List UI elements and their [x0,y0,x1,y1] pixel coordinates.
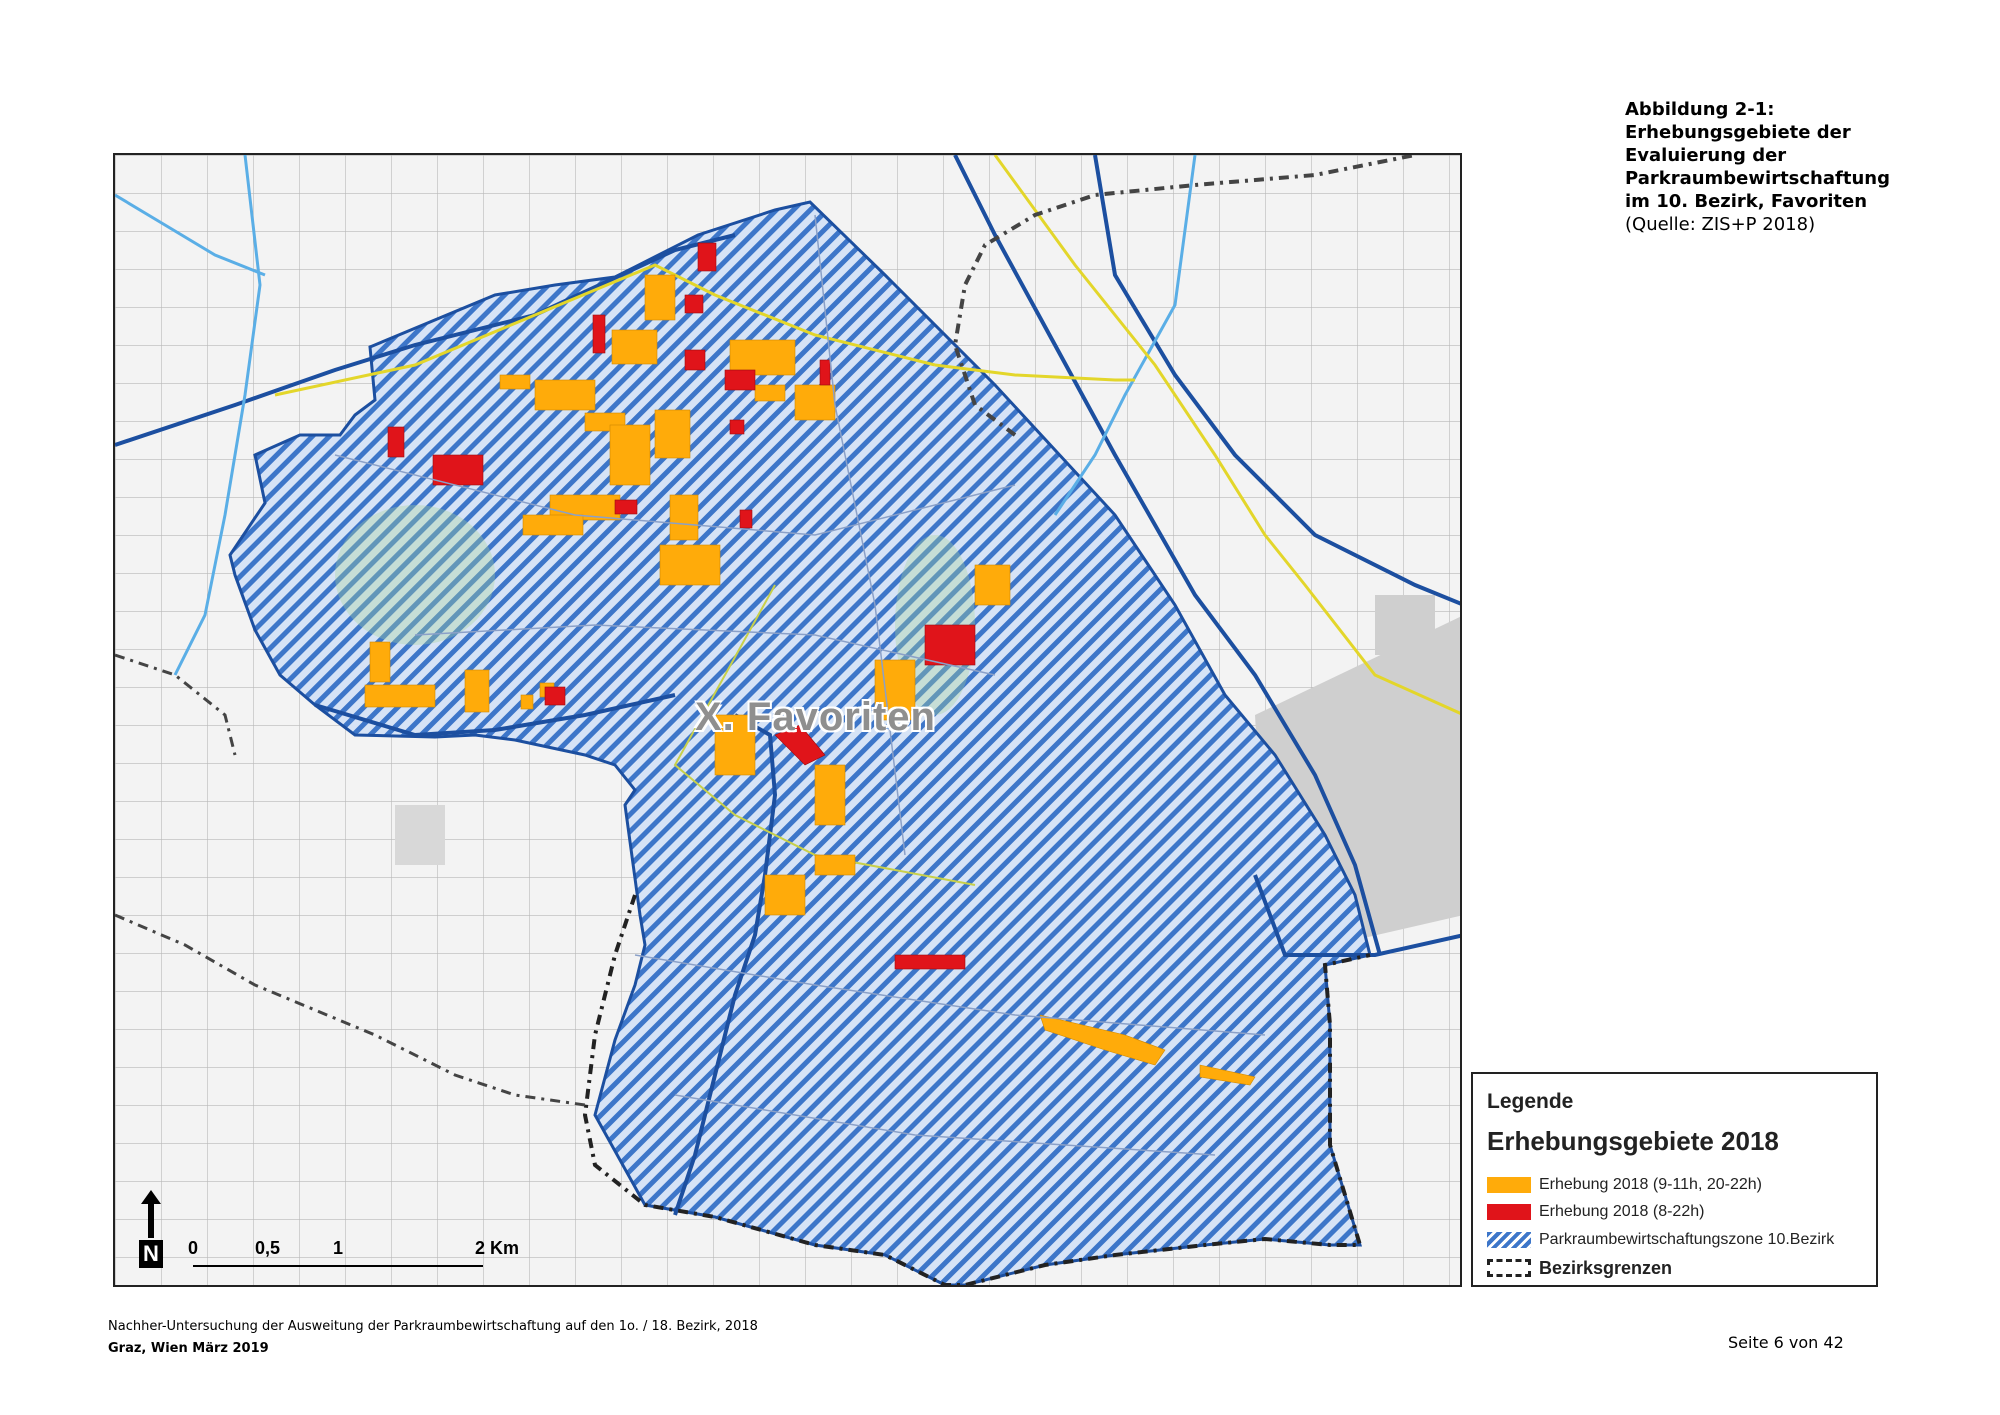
survey-area-orange [814,764,846,826]
legend-item-zone: Parkraumbewirtschaftungszone 10.Bezirk [1487,1229,1834,1251]
map-frame: X. Favoriten [113,153,1462,1287]
legend-label-border: Bezirksgrenzen [1539,1257,1673,1278]
legend-item-border: Bezirksgrenzen [1487,1257,1672,1279]
footer-line-2: Graz, Wien März 2019 [108,1341,269,1356]
scale-bar: N 0 0,5 1 2 Km [135,1190,535,1270]
legend-subtitle: Erhebungsgebiete 2018 [1487,1126,1779,1156]
legend-swatch-border [1487,1259,1531,1277]
survey-area-orange [754,384,786,402]
park-area [335,505,495,645]
survey-area-orange [814,854,856,876]
survey-area-orange [499,374,531,390]
legend-swatch-orange [1487,1177,1531,1193]
survey-area-orange [764,874,806,916]
scale-label-half: 0,5 [255,1238,281,1258]
scale-label-1: 1 [333,1238,344,1258]
north-label: N [143,1241,159,1266]
survey-area-orange [974,564,1011,606]
footer-left: Nachher-Untersuchung der Ausweitung der … [108,1316,758,1360]
survey-area-red [684,349,706,371]
caption-line-5: im 10. Bezirk, Favoriten [1625,191,1868,212]
scale-label-0: 0 [188,1238,199,1258]
survey-area-orange [609,424,651,486]
legend: Legende Erhebungsgebiete 2018 Erhebung 2… [1471,1072,1878,1287]
survey-area-red [432,454,484,486]
survey-area-red [894,954,966,970]
survey-area-red [924,624,976,666]
figure-caption: Abbildung 2-1: Erhebungsgebiete der Eval… [1625,98,1995,236]
page-number: Seite 6 von 42 [1728,1333,1844,1352]
survey-area-orange [464,669,490,713]
survey-area-red [739,509,753,529]
survey-area-red [592,314,606,354]
survey-area-orange [669,494,699,541]
survey-area-orange [534,379,596,411]
scale-line-bar [193,1265,483,1267]
caption-source: (Quelle: ZIS+P 2018) [1625,214,1816,235]
legend-item-red: Erhebung 2018 (8-22h) [1487,1201,1704,1223]
survey-area-orange [369,641,391,683]
survey-area-orange [364,684,436,708]
survey-area-orange [520,694,534,710]
grey-area-2 [395,805,445,865]
survey-area-red [544,686,566,706]
survey-area-orange [654,409,691,459]
survey-area-orange [644,274,676,321]
caption-line-4: Parkraumbewirtschaftung [1625,168,1890,189]
survey-area-red [819,359,831,386]
survey-area-red [387,426,405,458]
legend-swatch-zone [1487,1232,1531,1248]
survey-area-orange [522,514,584,536]
survey-area-orange [794,384,836,421]
footer-line-1: Nachher-Untersuchung der Ausweitung der … [108,1319,758,1334]
scale-label-2km: 2 Km [475,1238,520,1258]
district-label: X. Favoriten [695,695,936,739]
survey-area-red [684,294,704,314]
legend-label-red: Erhebung 2018 (8-22h) [1539,1203,1705,1220]
legend-label-zone: Parkraumbewirtschaftungszone 10.Bezirk [1539,1231,1835,1248]
legend-label-orange: Erhebung 2018 (9-11h, 20-22h) [1539,1176,1762,1193]
survey-area-red [614,499,638,515]
survey-area-orange [659,544,721,586]
survey-area-red [697,242,717,272]
caption-line-1: Abbildung 2-1: [1625,99,1775,120]
grey-area [1375,595,1435,655]
caption-line-2: Erhebungsgebiete der [1625,122,1851,143]
caption-line-3: Evaluierung der [1625,145,1787,166]
legend-title: Legende [1487,1090,1574,1113]
survey-area-red [729,419,745,435]
legend-swatch-red [1487,1204,1531,1220]
survey-area-orange [611,329,658,365]
legend-item-orange: Erhebung 2018 (9-11h, 20-22h) [1487,1174,1762,1196]
survey-area-red [724,369,756,391]
